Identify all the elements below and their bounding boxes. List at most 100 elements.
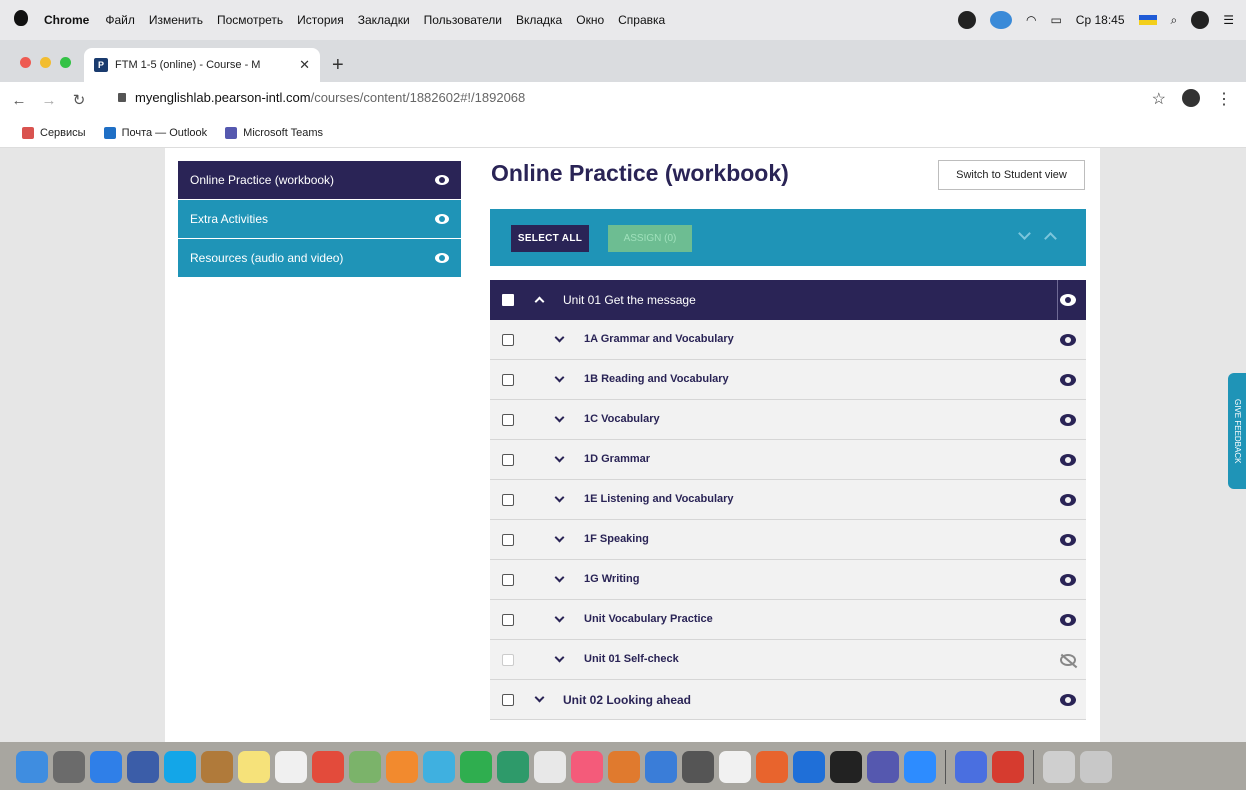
dock-app-icon[interactable] (608, 751, 640, 783)
lesson-checkbox[interactable] (502, 334, 514, 346)
lesson-checkbox[interactable] (502, 374, 514, 386)
wifi-icon[interactable]: ◠ (1026, 13, 1036, 27)
expand-caret-icon[interactable] (534, 692, 545, 703)
apple-menu-icon[interactable] (14, 10, 28, 26)
unit-checkbox[interactable] (502, 694, 514, 706)
visibility-eye-icon[interactable] (1060, 414, 1076, 426)
dock-app-icon[interactable] (275, 751, 307, 783)
clock[interactable]: Ср 18:45 (1076, 13, 1125, 27)
lesson-checkbox[interactable] (502, 654, 514, 666)
new-tab-button[interactable]: + (332, 54, 344, 77)
visibility-eye-icon[interactable] (1060, 454, 1076, 466)
dock-app-icon[interactable] (53, 751, 85, 783)
bookmark-star-icon[interactable]: ☆ (1152, 89, 1166, 109)
tab-close-icon[interactable]: ✕ (299, 57, 310, 73)
expand-caret-icon[interactable] (554, 652, 565, 663)
dock-app-icon[interactable] (16, 751, 48, 783)
menu-edit[interactable]: Изменить (149, 13, 203, 27)
expand-all-chevron-icon[interactable] (1018, 227, 1031, 240)
expand-caret-icon[interactable] (554, 532, 565, 543)
visibility-eye-icon[interactable] (1060, 374, 1076, 386)
dock-app-icon[interactable] (830, 751, 862, 783)
menu-window[interactable]: Окно (576, 13, 604, 27)
expand-caret-icon[interactable] (554, 492, 565, 503)
lesson-row[interactable]: Unit Vocabulary Practice (490, 600, 1086, 640)
window-minimize-icon[interactable] (40, 57, 51, 68)
reload-icon[interactable]: ↻ (68, 91, 90, 109)
dock-app-icon[interactable] (164, 751, 196, 783)
unit-row-01[interactable]: Unit 01 Get the message (490, 280, 1086, 320)
visibility-eye-icon[interactable] (1060, 294, 1076, 306)
lesson-checkbox[interactable] (502, 534, 514, 546)
lesson-row[interactable]: 1G Writing (490, 560, 1086, 600)
expand-caret-icon[interactable] (554, 372, 565, 383)
dock-app-icon[interactable] (1043, 751, 1075, 783)
siri-icon[interactable] (1191, 11, 1210, 29)
dock-app-icon[interactable] (645, 751, 677, 783)
dock-app-icon[interactable] (460, 751, 492, 783)
dock-app-icon[interactable] (534, 751, 566, 783)
expand-caret-icon[interactable] (554, 412, 565, 423)
dock-app-icon[interactable] (238, 751, 270, 783)
switch-to-student-view-button[interactable]: Switch to Student view (938, 160, 1085, 190)
browser-tab-active[interactable]: P FTM 1-5 (online) - Course - M ✕ (84, 48, 320, 82)
expand-caret-icon[interactable] (554, 452, 565, 463)
unit-row-02[interactable]: Unit 02 Looking ahead (490, 680, 1086, 720)
visibility-eye-icon[interactable] (1060, 494, 1076, 506)
lesson-row[interactable]: 1E Listening and Vocabulary (490, 480, 1086, 520)
expand-caret-icon[interactable] (554, 332, 565, 343)
menu-bookmarks[interactable]: Закладки (358, 13, 410, 27)
menu-help[interactable]: Справка (618, 13, 665, 27)
dock-app-icon[interactable] (904, 751, 936, 783)
visibility-eye-icon[interactable] (435, 214, 449, 224)
visibility-eye-icon[interactable] (1060, 574, 1076, 586)
dock-app-icon[interactable] (793, 751, 825, 783)
dock-app-icon[interactable] (756, 751, 788, 783)
dock-app-icon[interactable] (90, 751, 122, 783)
sidebar-item-online-practice[interactable]: Online Practice (workbook) (178, 161, 461, 200)
dock-app-icon[interactable] (349, 751, 381, 783)
cloud-status-icon[interactable] (989, 11, 1012, 29)
battery-icon[interactable]: ▭ (1050, 13, 1061, 27)
lesson-checkbox[interactable] (502, 494, 514, 506)
dock-app-icon[interactable] (719, 751, 751, 783)
lesson-row[interactable]: 1B Reading and Vocabulary (490, 360, 1086, 400)
dock-app-icon[interactable] (201, 751, 233, 783)
lesson-row[interactable]: Unit 01 Self-check (490, 640, 1086, 680)
visibility-eye-icon[interactable] (435, 253, 449, 263)
dock-app-icon[interactable] (127, 751, 159, 783)
sidebar-item-extra-activities[interactable]: Extra Activities (178, 200, 461, 239)
give-feedback-tab[interactable]: GIVE FEEDBACK (1228, 373, 1246, 489)
address-bar[interactable]: myenglishlab.pearson-intl.com/courses/co… (118, 90, 525, 105)
forward-arrow-icon[interactable]: → (38, 92, 60, 109)
dock-app-icon[interactable] (312, 751, 344, 783)
lesson-row[interactable]: 1C Vocabulary (490, 400, 1086, 440)
assign-button[interactable]: ASSIGN (0) (608, 225, 692, 252)
input-language-flag-icon[interactable] (1138, 15, 1157, 25)
bookmark-outlook[interactable]: Почта — Outlook (103, 126, 207, 139)
visibility-eye-icon[interactable] (1060, 334, 1076, 346)
lesson-checkbox[interactable] (502, 414, 514, 426)
chrome-menu-icon[interactable]: ⋮ (1216, 89, 1232, 109)
visibility-eye-icon[interactable] (1060, 534, 1076, 546)
collapse-all-chevron-icon[interactable] (1044, 232, 1057, 245)
skype-status-icon[interactable] (957, 11, 976, 29)
dock-app-icon[interactable] (955, 751, 987, 783)
bookmark-apps[interactable]: Сервисы (22, 126, 86, 139)
dock-app-icon[interactable] (497, 751, 529, 783)
select-all-button[interactable]: SELECT ALL (511, 225, 589, 252)
menu-history[interactable]: История (297, 13, 344, 27)
visibility-eye-icon[interactable] (435, 175, 449, 185)
visibility-eye-icon[interactable] (1060, 614, 1076, 626)
visibility-eye-icon[interactable] (1060, 694, 1076, 706)
dock-app-icon[interactable] (682, 751, 714, 783)
expand-caret-icon[interactable] (554, 612, 565, 623)
window-close-icon[interactable] (20, 57, 31, 68)
hidden-eye-slash-icon[interactable] (1060, 654, 1076, 666)
menu-view[interactable]: Посмотреть (217, 13, 283, 27)
dock-app-icon[interactable] (867, 751, 899, 783)
lesson-checkbox[interactable] (502, 454, 514, 466)
dock-app-icon[interactable] (571, 751, 603, 783)
window-zoom-icon[interactable] (60, 57, 71, 68)
collapse-caret-icon[interactable] (534, 296, 545, 307)
